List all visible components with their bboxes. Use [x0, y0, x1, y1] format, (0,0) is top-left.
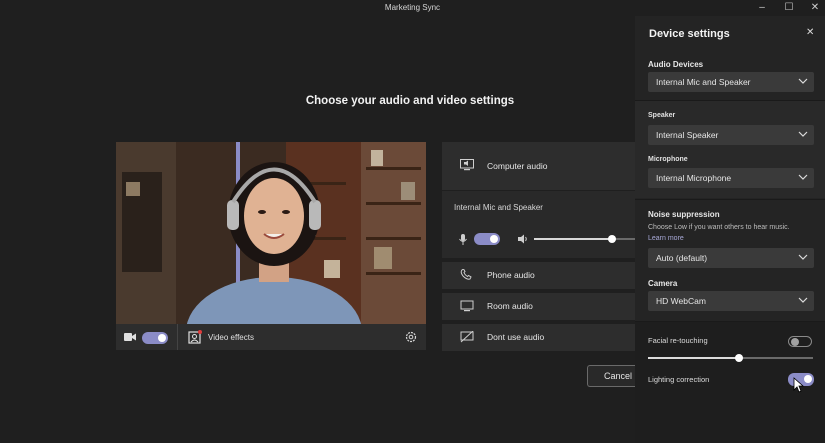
- settings-gear-icon[interactable]: [405, 331, 417, 343]
- chevron-down-icon: [798, 174, 808, 180]
- volume-thumb[interactable]: [607, 235, 616, 243]
- learn-more-link[interactable]: Learn more: [648, 235, 684, 242]
- noise-suppression-hint: Choose Low if you want others to hear mu…: [648, 224, 790, 231]
- speaker-value: Internal Speaker: [656, 130, 719, 140]
- computer-audio-option[interactable]: Computer audio: [442, 142, 635, 190]
- divider: [635, 199, 825, 200]
- volume-level: [534, 238, 612, 240]
- room-audio-label: Room audio: [487, 301, 533, 311]
- close-window-icon[interactable]: ✕: [808, 2, 822, 14]
- room-monitor-icon: [460, 300, 474, 312]
- facial-retouching-level: [648, 357, 739, 359]
- speaker-select[interactable]: Internal Speaker: [648, 125, 814, 145]
- title-bar: Marketing Sync – ☐ ✕: [0, 0, 825, 16]
- computer-audio-details: Internal Mic and Speaker: [442, 191, 635, 258]
- noise-suppression-select[interactable]: Auto (default): [648, 248, 814, 268]
- audio-device-name: Internal Mic and Speaker: [454, 203, 543, 212]
- facial-retouching-label: Facial re-touching: [648, 336, 708, 345]
- phone-audio-label: Phone audio: [487, 270, 535, 280]
- facial-retouching-thumb[interactable]: [734, 354, 743, 362]
- audio-devices-label: Audio Devices: [648, 60, 704, 69]
- noise-suppression-label: Noise suppression: [648, 210, 720, 219]
- no-audio-icon: [460, 331, 474, 343]
- dont-use-audio-option[interactable]: Dont use audio: [442, 324, 635, 351]
- speaker-label: Speaker: [648, 112, 676, 119]
- chevron-down-icon: [798, 131, 808, 137]
- chevron-down-icon: [798, 78, 808, 84]
- noise-suppression-value: Auto (default): [656, 253, 708, 263]
- chevron-down-icon: [798, 297, 808, 303]
- speaker-volume-icon: [518, 234, 527, 244]
- camera-icon: [124, 333, 136, 341]
- audio-devices-select[interactable]: Internal Mic and Speaker: [648, 72, 814, 92]
- camera-label: Camera: [648, 279, 678, 288]
- camera-feed-image: [116, 142, 426, 324]
- microphone-select[interactable]: Internal Microphone: [648, 168, 814, 188]
- chevron-down-icon: [798, 254, 808, 260]
- close-panel-icon[interactable]: ✕: [806, 27, 814, 38]
- facial-retouching-toggle[interactable]: [788, 336, 812, 347]
- minimize-icon[interactable]: –: [755, 2, 769, 14]
- microphone-icon: [459, 234, 467, 245]
- phone-audio-option[interactable]: Phone audio: [442, 262, 635, 289]
- room-audio-option[interactable]: Room audio: [442, 293, 635, 320]
- computer-audio-label: Computer audio: [487, 161, 548, 171]
- microphone-value: Internal Microphone: [656, 173, 732, 183]
- panel-title: Device settings: [649, 28, 730, 40]
- audio-devices-value: Internal Mic and Speaker: [656, 77, 751, 87]
- device-settings-panel: Device settings ✕ Audio Devices Internal…: [635, 16, 825, 443]
- maximize-icon[interactable]: ☐: [782, 2, 796, 14]
- mouse-cursor-icon: [793, 377, 805, 393]
- page-heading: Choose your audio and video settings: [305, 95, 515, 107]
- phone-icon: [460, 269, 472, 280]
- video-effects-icon[interactable]: [188, 330, 202, 344]
- camera-select[interactable]: HD WebCam: [648, 291, 814, 311]
- cancel-button[interactable]: Cancel: [587, 365, 635, 387]
- dont-use-audio-label: Dont use audio: [487, 332, 545, 342]
- camera-toggle[interactable]: [142, 332, 168, 344]
- microphone-label: Microphone: [648, 156, 688, 163]
- computer-icon: [460, 159, 474, 171]
- video-controls-bar: Video effects: [116, 324, 426, 350]
- camera-value: HD WebCam: [656, 296, 706, 306]
- divider: [177, 324, 178, 350]
- window-title: Marketing Sync: [384, 3, 441, 12]
- lighting-correction-label: Lighting correction: [648, 375, 710, 384]
- video-preview: [116, 142, 426, 324]
- video-effects-label[interactable]: Video effects: [208, 333, 254, 342]
- microphone-toggle[interactable]: [474, 233, 500, 245]
